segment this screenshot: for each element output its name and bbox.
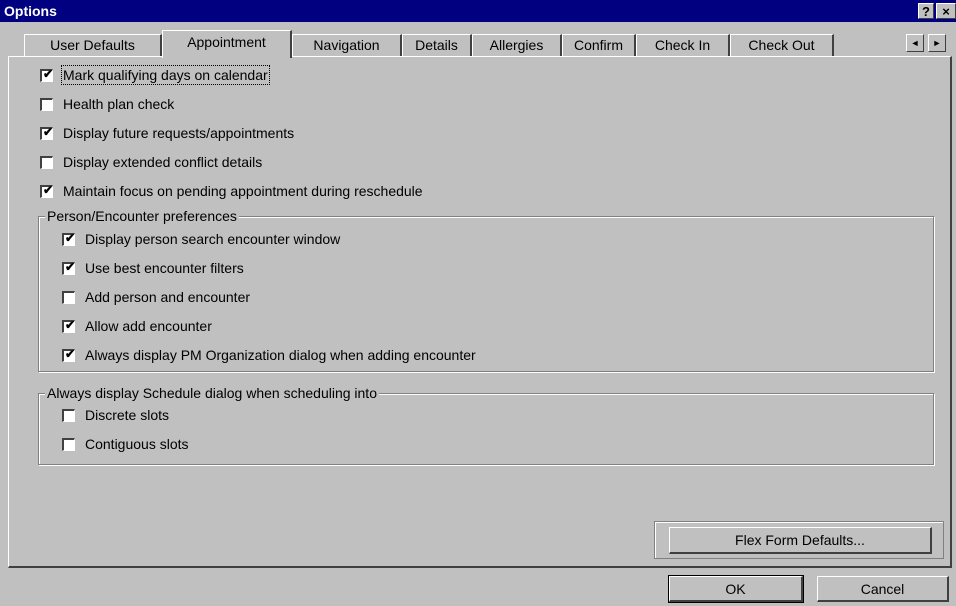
option-label: Use best encounter filters (85, 260, 244, 276)
tab-scroll-right-icon[interactable]: ► (928, 34, 946, 52)
option-discrete-slots[interactable]: Discrete slots (62, 406, 169, 424)
option-display-person-search[interactable]: ✔ Display person search encounter window (62, 230, 340, 248)
option-label: Display person search encounter window (85, 231, 341, 247)
option-allow-add-encounter[interactable]: ✔ Allow add encounter (62, 317, 212, 335)
option-contiguous-slots[interactable]: Contiguous slots (62, 435, 189, 453)
group-title: Always display Schedule dialog when sche… (45, 385, 379, 401)
tab-check-out[interactable]: Check Out (730, 34, 834, 56)
check-icon: ✔ (65, 259, 76, 274)
checkbox[interactable]: ✔ (40, 182, 54, 198)
option-label: Display extended conflict details (63, 154, 263, 170)
option-label: Contiguous slots (85, 436, 189, 452)
checkbox[interactable]: ✔ (62, 317, 76, 333)
option-label: Allow add encounter (85, 318, 212, 334)
option-health-plan-check[interactable]: Health plan check (40, 95, 174, 113)
tab-details[interactable]: Details (402, 34, 472, 56)
option-mark-qualifying-days[interactable]: ✔ Mark qualifying days on calendar (40, 65, 270, 85)
option-label: Display future requests/appointments (63, 125, 295, 141)
checkbox[interactable]: ✔ (62, 230, 76, 246)
checkbox[interactable] (62, 408, 75, 422)
checkbox[interactable] (62, 290, 75, 304)
option-add-person-encounter[interactable]: Add person and encounter (62, 288, 250, 306)
tab-navigation[interactable]: Navigation (292, 34, 402, 56)
checkbox[interactable]: ✔ (40, 124, 54, 140)
checkbox[interactable]: ✔ (40, 66, 54, 82)
checkbox[interactable] (40, 97, 53, 111)
cancel-button[interactable]: Cancel (817, 576, 949, 602)
window-title: Options (4, 3, 57, 19)
option-display-extended-conflict[interactable]: Display extended conflict details (40, 153, 262, 171)
tab-confirm[interactable]: Confirm (562, 34, 636, 56)
close-button[interactable]: × (936, 3, 956, 19)
check-icon: ✔ (43, 66, 54, 81)
group-title: Person/Encounter preferences (45, 208, 239, 224)
tab-appointment[interactable]: Appointment (162, 30, 292, 58)
checkbox[interactable] (62, 437, 75, 451)
option-label: Always display PM Organization dialog wh… (85, 347, 476, 363)
title-bar: Options ? × (0, 0, 956, 22)
check-icon: ✔ (65, 346, 76, 361)
check-icon: ✔ (65, 317, 76, 332)
option-label: Mark qualifying days on calendar (61, 65, 270, 85)
option-display-future-requests[interactable]: ✔ Display future requests/appointments (40, 124, 294, 142)
option-label: Add person and encounter (85, 289, 251, 305)
help-button[interactable]: ? (918, 3, 934, 19)
flex-form-defaults-button[interactable]: Flex Form Defaults... (669, 527, 932, 554)
tab-check-in[interactable]: Check In (636, 34, 730, 56)
tab-user-defaults[interactable]: User Defaults (24, 34, 162, 56)
option-label: Health plan check (63, 96, 175, 112)
check-icon: ✔ (65, 230, 76, 245)
ok-button[interactable]: OK (668, 575, 804, 603)
checkbox[interactable]: ✔ (62, 259, 76, 275)
option-label: Discrete slots (85, 407, 170, 423)
checkbox[interactable] (40, 155, 53, 169)
option-maintain-focus[interactable]: ✔ Maintain focus on pending appointment … (40, 182, 423, 200)
check-icon: ✔ (43, 124, 54, 139)
option-label: Maintain focus on pending appointment du… (63, 183, 423, 199)
tab-scroll-left-icon[interactable]: ◄ (906, 34, 924, 52)
option-always-display-pm-org[interactable]: ✔ Always display PM Organization dialog … (62, 346, 476, 364)
checkbox[interactable]: ✔ (62, 346, 76, 362)
tab-allergies[interactable]: Allergies (472, 34, 562, 56)
schedule-dialog-group: Always display Schedule dialog when sche… (38, 385, 934, 465)
option-use-best-encounter-filters[interactable]: ✔ Use best encounter filters (62, 259, 244, 277)
check-icon: ✔ (43, 182, 54, 197)
